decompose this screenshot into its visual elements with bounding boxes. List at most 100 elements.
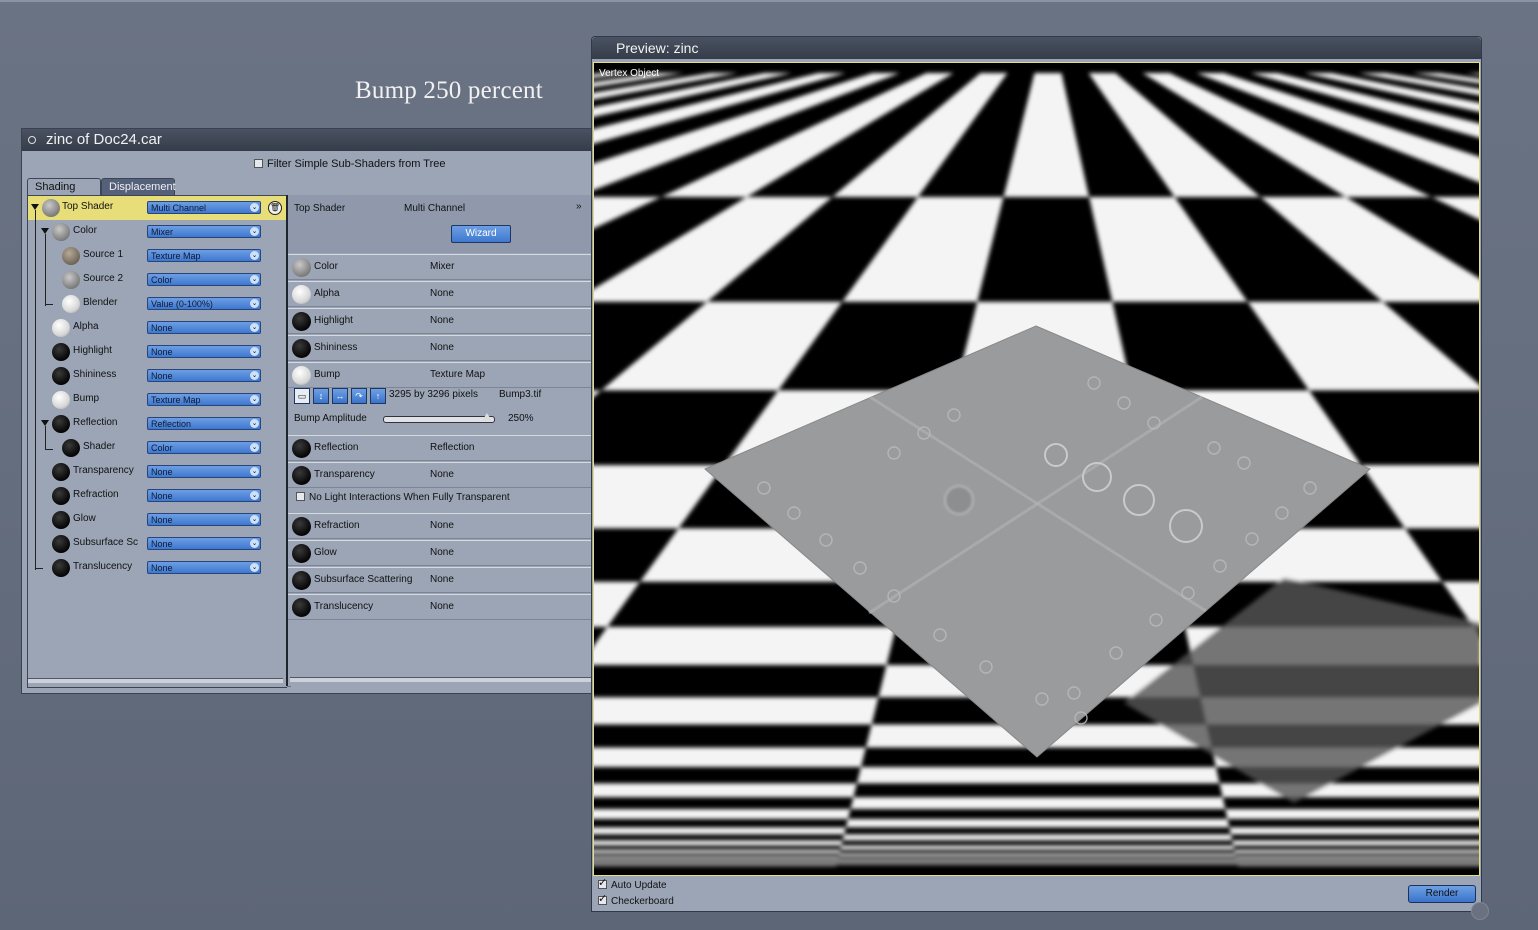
tree-row[interactable]: Reflection Reflection ⌄	[28, 412, 287, 436]
shader-type-dropdown[interactable]: Texture Map ⌄	[147, 249, 261, 262]
collapse-chevron-icon[interactable]: »	[576, 201, 582, 212]
slider-thumb[interactable]	[482, 413, 492, 421]
props-hscrollbar[interactable]	[290, 677, 600, 682]
chevron-down-icon[interactable]: ⌄	[250, 395, 259, 404]
chevron-down-icon[interactable]: ⌄	[250, 371, 259, 380]
wizard-button[interactable]: Wizard	[451, 225, 511, 243]
flip-vertical-icon[interactable]: ↕	[313, 388, 329, 404]
chevron-down-icon[interactable]: ⌄	[250, 419, 259, 428]
tree-row[interactable]: Source 1 Texture Map ⌄	[28, 244, 287, 268]
tree-row[interactable]: Refraction None ⌄	[28, 484, 287, 508]
tree-row[interactable]: Color Mixer ⌄	[28, 220, 287, 244]
tree-row[interactable]: Shader Color ⌄	[28, 436, 287, 460]
bump-amplitude-label: Bump Amplitude	[294, 413, 367, 424]
shader-type-dropdown[interactable]: Reflection ⌄	[147, 417, 261, 430]
property-row[interactable]: Glow None	[288, 540, 604, 566]
open-folder-icon[interactable]: ▭	[294, 388, 310, 404]
chevron-down-icon[interactable]: ⌄	[250, 515, 259, 524]
tree-row[interactable]: Bump Texture Map ⌄	[28, 388, 287, 412]
chevron-down-icon[interactable]: ⌄	[250, 227, 259, 236]
chevron-down-icon[interactable]: ⌄	[250, 347, 259, 356]
filter-subshaders-checkbox[interactable]: Filter Simple Sub-Shaders from Tree	[254, 158, 446, 170]
chevron-down-icon[interactable]: ⌄	[250, 467, 259, 476]
tree-hscrollbar[interactable]	[28, 678, 283, 683]
filter-label: Filter Simple Sub-Shaders from Tree	[267, 158, 446, 170]
chevron-down-icon[interactable]: ⌄	[250, 275, 259, 284]
render-button[interactable]: Render	[1408, 885, 1476, 903]
shader-type-dropdown[interactable]: None ⌄	[147, 345, 261, 358]
property-row[interactable]: Translucency None	[288, 594, 604, 620]
tree-row[interactable]: Glow None ⌄	[28, 508, 287, 532]
tree-row[interactable]: Highlight None ⌄	[28, 340, 287, 364]
chevron-down-icon[interactable]: ⌄	[250, 443, 259, 452]
shader-window-titlebar[interactable]: zinc of Doc24.car	[22, 129, 600, 151]
property-row[interactable]: Refraction None	[288, 513, 604, 539]
checkbox-icon[interactable]	[254, 159, 263, 168]
property-row[interactable]: Transparency None	[288, 462, 604, 488]
property-value: None	[430, 547, 454, 558]
property-row[interactable]: Reflection Reflection	[288, 435, 604, 461]
tree-row[interactable]: Top Shader Multi Channel ⌄ 🗑	[28, 196, 287, 220]
property-row[interactable]: Color Mixer	[288, 254, 604, 280]
window-close-icon[interactable]	[28, 136, 36, 144]
preview-window-titlebar[interactable]: Preview: zinc	[592, 37, 1481, 59]
checkbox-checked-icon[interactable]	[598, 892, 607, 905]
checker-tile	[594, 861, 838, 863]
checker-tile	[1237, 864, 1479, 866]
shader-type-dropdown[interactable]: Multi Channel ⌄	[147, 201, 261, 214]
shader-type-dropdown[interactable]: None ⌄	[147, 513, 261, 526]
flip-horizontal-icon[interactable]: ↔	[332, 388, 348, 404]
shader-type-dropdown[interactable]: None ⌄	[147, 537, 261, 550]
tab-shading[interactable]: Shading	[27, 178, 101, 195]
caption: Bump 250 percent	[355, 77, 543, 104]
shader-type-dropdown[interactable]: None ⌄	[147, 465, 261, 478]
upload-arrow-icon[interactable]: ↑	[370, 388, 386, 404]
chevron-down-icon[interactable]: ⌄	[250, 299, 259, 308]
tree-row[interactable]: Alpha None ⌄	[28, 316, 287, 340]
chevron-down-icon[interactable]: ⌄	[250, 491, 259, 500]
props-header-label: Top Shader	[294, 203, 346, 214]
tree-row[interactable]: Translucency None ⌄	[28, 556, 287, 580]
tree-row[interactable]: Blender Value (0-100%) ⌄	[28, 292, 287, 316]
property-row[interactable]: Bump Texture Map	[288, 362, 604, 388]
checker-tile	[1225, 809, 1479, 819]
shader-type-dropdown[interactable]: None ⌄	[147, 561, 261, 574]
property-row[interactable]: Subsurface Scattering None	[288, 567, 604, 593]
checkerboard-checkbox[interactable]: Checkerboard	[598, 892, 674, 907]
shader-type-dropdown[interactable]: Mixer ⌄	[147, 225, 261, 238]
shader-type-dropdown[interactable]: Value (0-100%) ⌄	[147, 297, 261, 310]
chevron-down-icon[interactable]: ⌄	[250, 539, 259, 548]
auto-update-checkbox[interactable]: Auto Update	[598, 876, 667, 891]
tree-row[interactable]: Source 2 Color ⌄	[28, 268, 287, 292]
resize-handle-icon[interactable]	[1471, 902, 1489, 920]
tab-displacement[interactable]: Displacement	[101, 178, 176, 195]
checkbox-checked-icon[interactable]	[598, 876, 607, 889]
chevron-down-icon[interactable]: ⌄	[250, 251, 259, 260]
shader-preview-ball-icon	[52, 535, 70, 553]
shader-type-dropdown[interactable]: Texture Map ⌄	[147, 393, 261, 406]
property-value: None	[430, 315, 454, 326]
shader-type-dropdown[interactable]: Color ⌄	[147, 273, 261, 286]
trash-icon[interactable]: 🗑	[268, 201, 282, 215]
property-row[interactable]: Alpha None	[288, 281, 604, 307]
shader-preview-ball-icon	[292, 466, 311, 485]
tree-row[interactable]: Shininess None ⌄	[28, 364, 287, 388]
tree-row[interactable]: Subsurface Sc None ⌄	[28, 532, 287, 556]
chevron-down-icon[interactable]: ⌄	[250, 563, 259, 572]
tree-row[interactable]: Transparency None ⌄	[28, 460, 287, 484]
shader-type-dropdown[interactable]: None ⌄	[147, 489, 261, 502]
shader-type-dropdown[interactable]: None ⌄	[147, 369, 261, 382]
preview-viewport[interactable]: Vertex Object	[593, 62, 1480, 876]
shader-type-dropdown[interactable]: None ⌄	[147, 321, 261, 334]
property-row[interactable]: Highlight None	[288, 308, 604, 334]
checkbox-icon[interactable]	[296, 492, 305, 501]
shader-type-dropdown[interactable]: Color ⌄	[147, 441, 261, 454]
checker-tile	[837, 858, 1237, 862]
bump-amplitude-slider[interactable]	[383, 413, 495, 423]
chevron-down-icon[interactable]: ⌄	[250, 203, 259, 212]
rotate-icon[interactable]: ↷	[351, 388, 367, 404]
property-row[interactable]: Shininess None	[288, 335, 604, 361]
no-light-interactions-checkbox[interactable]: No Light Interactions When Fully Transpa…	[296, 492, 510, 503]
checker-tile	[1219, 783, 1479, 798]
chevron-down-icon[interactable]: ⌄	[250, 323, 259, 332]
